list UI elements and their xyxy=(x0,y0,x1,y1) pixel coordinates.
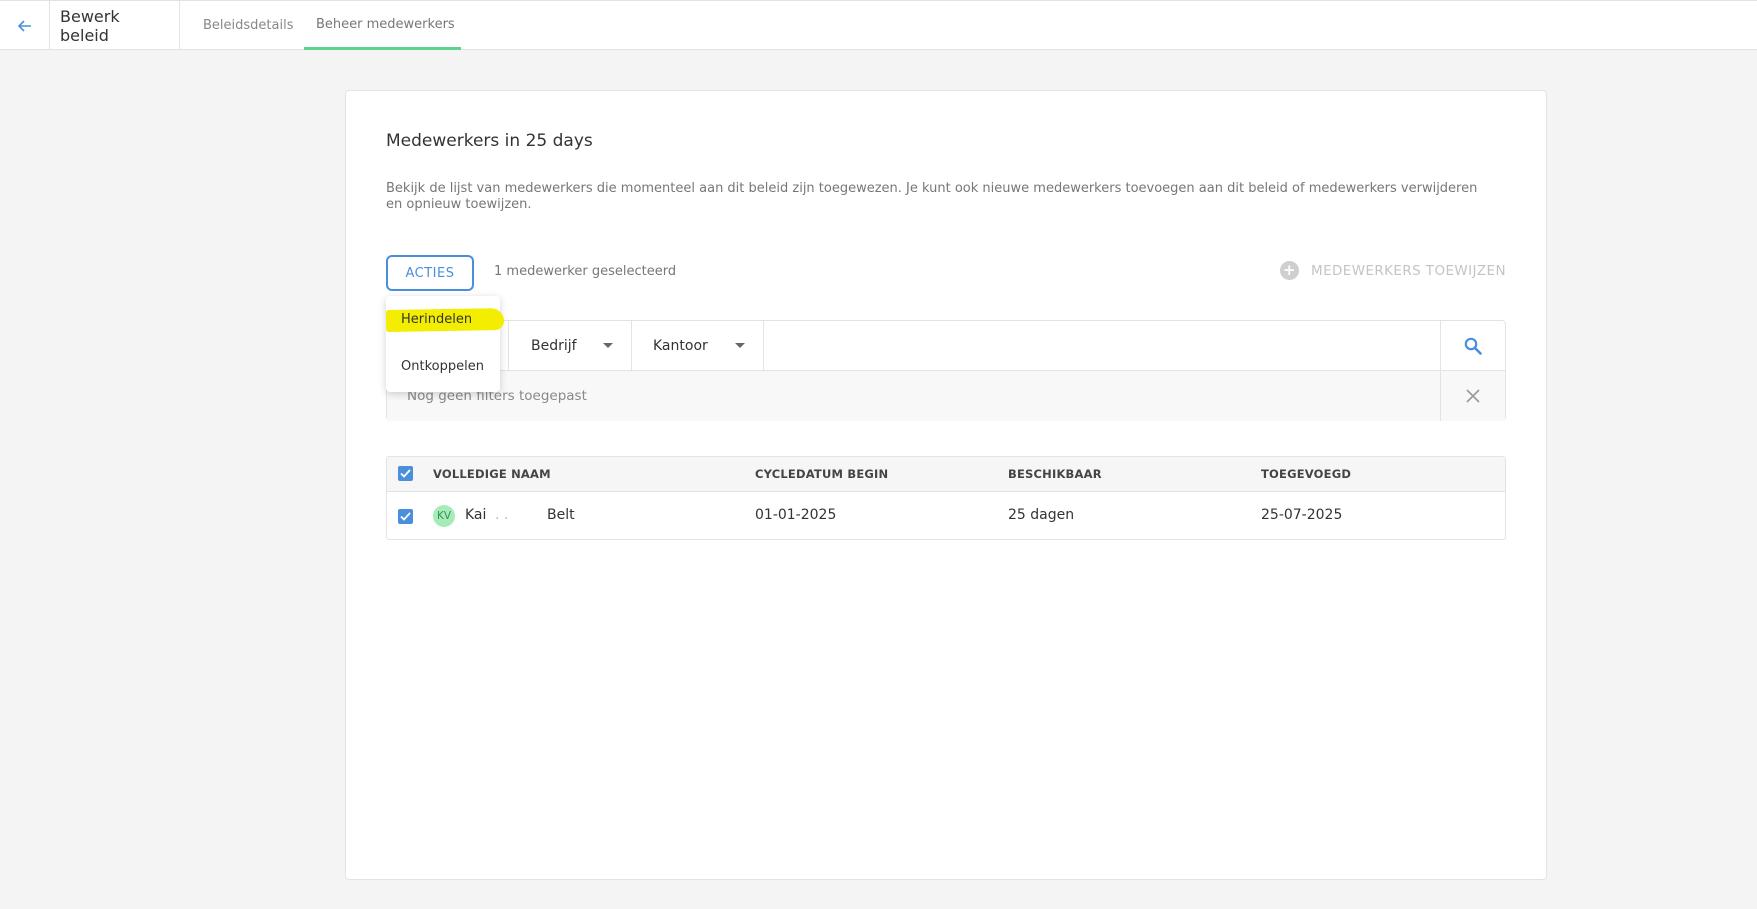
filter-panel: Bedrijf Kantoor Nog geen filters toegepa… xyxy=(386,320,1506,421)
table-row[interactable]: KV Kai . . Belt 01-01-2025 25 dagen 25-0… xyxy=(387,492,1505,540)
caret-down-icon xyxy=(735,343,745,348)
column-header-cycle-start[interactable]: CYCLEDATUM BEGIN xyxy=(755,467,888,481)
employee-name-obscured: . . xyxy=(495,507,509,523)
menu-item-ontkoppelen-label: Ontkoppelen xyxy=(401,358,484,374)
column-header-added[interactable]: TOEGEVOEGD xyxy=(1261,467,1351,481)
filter-row: Bedrijf Kantoor xyxy=(387,321,1505,371)
tab-beheer-medewerkers[interactable]: Beheer medewerkers xyxy=(304,1,461,50)
cell-available: 25 dagen xyxy=(1008,507,1075,523)
back-button[interactable] xyxy=(0,1,50,50)
search-button[interactable] xyxy=(1440,321,1505,371)
employee-first-name: Kai xyxy=(465,507,487,523)
menu-item-herindelen-label: Herindelen xyxy=(401,311,473,327)
clear-filters-button[interactable] xyxy=(1440,371,1505,421)
table-header: VOLLEDIGE NAAM CYCLEDATUM BEGIN BESCHIKB… xyxy=(387,457,1505,492)
avatar: KV xyxy=(433,505,455,527)
employee-last-name: Belt xyxy=(547,507,575,523)
caret-down-icon xyxy=(603,343,613,348)
select-all-checkbox[interactable] xyxy=(398,466,413,481)
plus-circle-icon: + xyxy=(1280,261,1300,280)
selected-count: 1 medewerker geselecteerd xyxy=(494,264,677,279)
filter-dropdown-bedrijf[interactable]: Bedrijf xyxy=(509,321,632,371)
check-icon xyxy=(400,512,411,521)
assign-employees-label: MEDEWERKERS TOEWIJZEN xyxy=(1311,262,1506,279)
top-bar: Bewerk beleid Beleidsdetails Beheer mede… xyxy=(0,0,1757,50)
acties-dropdown-menu: Herindelen Ontkoppelen xyxy=(385,296,505,392)
menu-item-ontkoppelen[interactable]: Ontkoppelen xyxy=(386,346,500,386)
menu-item-herindelen[interactable]: Herindelen xyxy=(385,299,505,339)
card-title: Medewerkers in 25 days xyxy=(386,131,593,151)
assign-employees-button[interactable]: + MEDEWERKERS TOEWIJZEN xyxy=(1280,261,1506,280)
tab-beleidsdetails[interactable]: Beleidsdetails xyxy=(203,1,293,50)
filter-dropdown-kantoor[interactable]: Kantoor xyxy=(632,321,764,371)
page-title: Bewerk beleid xyxy=(50,1,180,50)
column-header-available[interactable]: BESCHIKBAAR xyxy=(1008,467,1102,481)
row-checkbox[interactable] xyxy=(398,509,413,524)
employees-card: Medewerkers in 25 days Bekijk de lijst v… xyxy=(345,90,1547,880)
card-description: Bekijk de lijst van medewerkers die mome… xyxy=(386,181,1478,212)
column-header-name[interactable]: VOLLEDIGE NAAM xyxy=(433,467,551,481)
search-icon xyxy=(1464,337,1482,355)
employees-table: VOLLEDIGE NAAM CYCLEDATUM BEGIN BESCHIKB… xyxy=(386,456,1506,540)
filter-status: Nog geen filters toegepast xyxy=(387,371,1505,421)
arrow-left-icon xyxy=(17,19,31,32)
cell-added: 25-07-2025 xyxy=(1261,507,1343,523)
cell-cycle-start: 01-01-2025 xyxy=(755,507,837,523)
check-icon xyxy=(400,469,411,478)
filter-dropdown-bedrijf-label: Bedrijf xyxy=(531,338,577,354)
acties-button[interactable]: ACTIES xyxy=(386,255,474,291)
filter-dropdown-kantoor-label: Kantoor xyxy=(653,338,708,354)
close-icon xyxy=(1466,389,1480,403)
